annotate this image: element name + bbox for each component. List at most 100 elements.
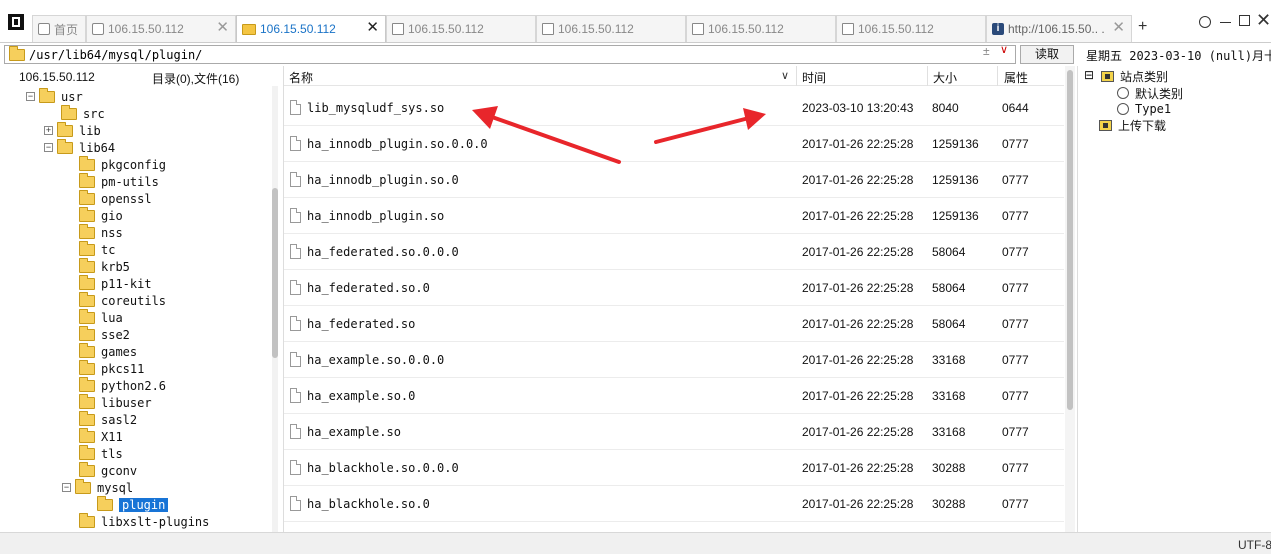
tree-item-label: tls: [101, 446, 123, 461]
close-icon[interactable]: ✕: [366, 20, 379, 35]
window-close-icon[interactable]: ✕: [1256, 10, 1271, 31]
tree-item[interactable]: libxslt-plugins: [79, 512, 209, 530]
column-name[interactable]: 名称: [289, 69, 313, 86]
window-minimize-icon[interactable]: [1220, 22, 1231, 23]
tree-item[interactable]: games: [79, 342, 137, 360]
folder-icon: [9, 45, 25, 61]
column-size[interactable]: 大小: [933, 69, 957, 86]
tree-item[interactable]: − lib64: [44, 138, 115, 156]
tab-label: 首页: [54, 22, 79, 37]
tree-item[interactable]: gconv: [79, 461, 137, 479]
tree-item[interactable]: tc: [79, 240, 115, 258]
category-root[interactable]: ⊟ 站点类别: [1083, 68, 1168, 84]
tree-item[interactable]: − usr: [26, 87, 83, 105]
file-row[interactable]: ha_federated.so.0 2017-01-26 22:25:28 5806…: [284, 270, 1064, 306]
window-restore-icon[interactable]: [1199, 16, 1211, 28]
tab-session-2[interactable]: 106.15.50.112 ✕: [236, 15, 386, 42]
chevron-down-icon[interactable]: ∨: [1000, 43, 1008, 56]
tree-item[interactable]: gio: [79, 206, 123, 224]
tab-label: 106.15.50.112: [260, 22, 336, 36]
tab-session-3[interactable]: 106.15.50.112: [386, 15, 536, 42]
file-row[interactable]: lib_mysqludf_sys.so 2023-03-10 13:20:43 80…: [284, 90, 1064, 126]
chevron-down-icon[interactable]: ∨: [781, 69, 789, 82]
tree-item[interactable]: src: [61, 104, 105, 122]
file-row[interactable]: ha_innodb_plugin.so 2017-01-26 22:25:28 12…: [284, 198, 1064, 234]
category-item-default[interactable]: 默认类别: [1117, 85, 1183, 101]
tree-item[interactable]: sse2: [79, 325, 130, 343]
column-divider[interactable]: [927, 66, 928, 86]
add-tab-button[interactable]: +: [1138, 18, 1147, 36]
folder-icon: [79, 206, 95, 222]
path-toggle-icon[interactable]: ±: [983, 44, 990, 58]
tree-item[interactable]: lua: [79, 308, 123, 326]
file-icon: [290, 172, 301, 187]
file-name: ha_federated.so.0: [307, 281, 430, 295]
collapse-icon[interactable]: ⊟: [1083, 69, 1095, 81]
tree-item[interactable]: krb5: [79, 257, 130, 275]
tab-session-4[interactable]: 106.15.50.112: [536, 15, 686, 42]
file-icon: [290, 460, 301, 475]
file-attr: 0777: [1002, 425, 1029, 439]
file-icon: [290, 136, 301, 151]
tab-session-5[interactable]: 106.15.50.112: [686, 15, 836, 42]
tree-scrollbar-thumb[interactable]: [272, 188, 278, 358]
file-row[interactable]: ha_federated.so.0.0.0 2017-01-26 22:25:28…: [284, 234, 1064, 270]
folder-icon: [79, 308, 95, 324]
window-maximize-icon[interactable]: [1239, 15, 1250, 26]
file-time: 2017-01-26 22:25:28: [802, 389, 914, 403]
file-list-scrollbar-thumb[interactable]: [1067, 70, 1073, 410]
file-row[interactable]: ha_example.so 2017-01-26 22:25:28 33168 077…: [284, 414, 1064, 450]
tree-item[interactable]: p11-kit: [79, 274, 152, 292]
collapse-icon[interactable]: −: [62, 483, 71, 492]
category-transfer[interactable]: 上传下载: [1099, 117, 1166, 133]
tree-item[interactable]: pkcs11: [79, 359, 144, 377]
file-name: ha_federated.so: [307, 317, 416, 331]
tree-item[interactable]: pkgconfig: [79, 155, 166, 173]
category-item-type1[interactable]: Type1: [1117, 101, 1171, 117]
collapse-icon[interactable]: −: [44, 143, 53, 152]
tree-item[interactable]: X11: [79, 427, 123, 445]
file-row[interactable]: ha_innodb_plugin.so.0 2017-01-26 22:25:28…: [284, 162, 1064, 198]
tree-item-label: p11-kit: [101, 276, 152, 291]
tree-item-label: plugin: [119, 497, 169, 512]
file-row[interactable]: ha_example.so.0.0.0 2017-01-26 22:25:28 33…: [284, 342, 1064, 378]
tab-session-1[interactable]: 106.15.50.112 ✕: [86, 15, 236, 42]
expand-icon[interactable]: +: [44, 126, 53, 135]
tree-item[interactable]: nss: [79, 223, 123, 241]
file-row[interactable]: ha_blackhole.so.0.0.0 2017-01-26 22:25:28…: [284, 450, 1064, 486]
tree-item[interactable]: pm-utils: [79, 172, 159, 190]
read-button[interactable]: 读取: [1020, 45, 1074, 64]
doc-icon: [842, 23, 854, 35]
tree-item[interactable]: tls: [79, 444, 123, 462]
tree-header: 106.15.50.112 目录(0),文件(16): [0, 66, 283, 86]
path-input[interactable]: [29, 47, 969, 62]
column-divider[interactable]: [997, 66, 998, 86]
collapse-icon[interactable]: −: [26, 92, 35, 101]
tree-item[interactable]: plugin: [97, 495, 169, 513]
tree-item[interactable]: sasl2: [79, 410, 137, 428]
tree-item[interactable]: coreutils: [79, 291, 166, 309]
tab-session-7[interactable]: i http://106.15.50.. . ✕: [986, 15, 1132, 42]
tree-item[interactable]: + lib: [44, 121, 101, 139]
status-bar: UTF-8: [0, 532, 1271, 554]
close-icon[interactable]: ✕: [216, 20, 229, 35]
tree-item[interactable]: openssl: [79, 189, 152, 207]
tree-item[interactable]: − mysql: [62, 478, 133, 496]
tree-scrollbar[interactable]: [272, 86, 278, 532]
folder-icon: [79, 325, 95, 341]
column-attr[interactable]: 属性: [1004, 69, 1028, 86]
tree-item[interactable]: python2.6: [79, 376, 166, 394]
file-row[interactable]: ha_innodb_plugin.so.0.0.0 2017-01-26 22:2…: [284, 126, 1064, 162]
tab-home[interactable]: 首页: [32, 15, 86, 42]
file-row[interactable]: ha_example.so.0 2017-01-26 22:25:28 33168 0…: [284, 378, 1064, 414]
file-row[interactable]: ha_federated.so 2017-01-26 22:25:28 58064 0…: [284, 306, 1064, 342]
tab-session-6[interactable]: 106.15.50.112: [836, 15, 986, 42]
close-icon[interactable]: ✕: [1112, 20, 1125, 35]
file-row[interactable]: ha_blackhole.so.0 2017-01-26 22:25:28 3028…: [284, 486, 1064, 522]
column-divider[interactable]: [796, 66, 797, 86]
column-time[interactable]: 时间: [802, 69, 826, 86]
tree-item[interactable]: libuser: [79, 393, 152, 411]
folder-icon: [79, 359, 95, 375]
folder-icon: [61, 104, 77, 120]
file-list-scrollbar[interactable]: [1065, 66, 1075, 532]
